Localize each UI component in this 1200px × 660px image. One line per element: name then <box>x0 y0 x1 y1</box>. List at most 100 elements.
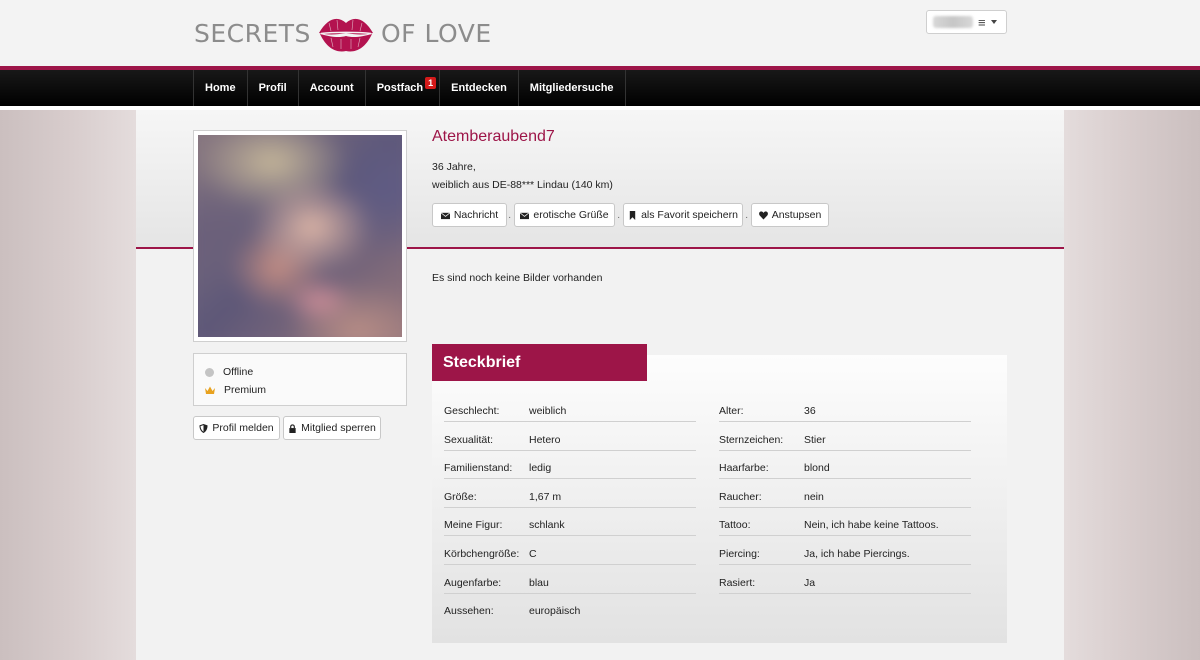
steckbrief-value: 1,67 m <box>529 490 562 503</box>
steckbrief-value: Nein, ich habe keine Tattoos. <box>804 519 939 532</box>
steckbrief-row-divider <box>719 421 971 422</box>
profile-photo-blurred <box>198 135 402 337</box>
steckbrief-row-divider <box>444 592 696 594</box>
nav-item-postfach[interactable]: Postfach 1 <box>364 70 439 106</box>
logo-text-left: SECRETS <box>194 18 311 48</box>
unread-count-badge: 1 <box>425 77 437 89</box>
no-pictures-message: Es sind noch keine Bilder vorhanden <box>432 272 603 284</box>
user-name-blurred <box>933 16 973 28</box>
user-menu-dropdown[interactable]: ≡ <box>926 10 1007 34</box>
steckbrief-label: Familienstand: <box>444 462 513 475</box>
profile-location: weiblich aus DE-88*** Lindau (140 km) <box>432 179 613 191</box>
steckbrief-label: Sexualität: <box>444 433 494 446</box>
steckbrief-value: Ja <box>804 576 816 589</box>
nav-item-entdecken[interactable]: Entdecken <box>439 70 518 106</box>
steckbrief-row-divider <box>719 592 971 594</box>
steckbrief-label: Haarfarbe: <box>719 462 769 475</box>
nav-label: Postfach <box>376 82 424 94</box>
envelope-icon <box>520 212 530 219</box>
steckbrief-value: europäisch <box>529 605 581 618</box>
steckbrief-value: blond <box>804 462 830 475</box>
steckbrief-value: nein <box>804 490 824 503</box>
action-separator: · <box>508 212 512 223</box>
nav-label: Home <box>205 82 236 94</box>
steckbrief-label: Alter: <box>719 405 744 417</box>
nav-item-home[interactable]: Home <box>193 70 247 106</box>
shield-icon <box>199 423 208 433</box>
steckbrief-label: Aussehen: <box>444 605 494 618</box>
steckbrief-row-divider <box>444 564 696 565</box>
membership-label: Premium <box>224 384 267 396</box>
profile-photo <box>198 135 402 337</box>
status-box: Offline Premium <box>193 353 407 406</box>
message-label: Nachricht <box>453 209 499 221</box>
steckbrief-row-divider <box>719 535 971 537</box>
steckbrief-value: C <box>529 548 537 560</box>
online-status-label: Offline <box>223 366 254 378</box>
site-header: SECRETS OF LOVE ≡ <box>0 0 1200 66</box>
erotic-greetings-button[interactable]: erotische Grüße <box>514 203 615 227</box>
profile-username: Atemberaubend7 <box>432 128 555 145</box>
steckbrief-row-divider <box>444 506 696 508</box>
steckbrief-row-divider <box>444 478 696 480</box>
steckbrief-value: Stier <box>804 433 826 446</box>
poke-label: Anstupsen <box>771 209 822 221</box>
nav-item-account[interactable]: Account <box>297 70 365 106</box>
block-member-label: Mitglied sperren <box>301 422 376 434</box>
save-favorite-button[interactable]: als Favorit speichern <box>623 203 743 227</box>
steckbrief-row-divider <box>444 421 696 422</box>
steckbrief-row-divider <box>444 449 696 451</box>
crown-icon <box>205 386 215 394</box>
nav-item-mitgliedersuche[interactable]: Mitgliedersuche <box>517 70 626 106</box>
nav-label: Account <box>309 82 354 94</box>
nav-label: Entdecken <box>451 82 507 94</box>
steckbrief-row-divider <box>719 478 971 480</box>
steckbrief-label: Raucher: <box>719 490 762 503</box>
report-profile-button[interactable]: Profil melden <box>193 416 280 440</box>
save-favorite-label: als Favorit speichern <box>641 209 738 221</box>
steckbrief-label: Piercing: <box>719 548 760 560</box>
steckbrief-label: Größe: <box>444 490 477 503</box>
heart-icon <box>758 210 768 220</box>
steckbrief-row-divider <box>444 535 696 537</box>
offline-dot-icon <box>205 367 214 377</box>
message-button[interactable]: Nachricht <box>432 203 507 227</box>
envelope-icon <box>440 212 450 219</box>
lock-icon <box>289 423 296 433</box>
steckbrief-value: schlank <box>529 519 565 532</box>
steckbrief-label: Geschlecht: <box>444 405 500 417</box>
caret-down-icon <box>990 20 997 24</box>
main-navigation: Home Profil Account Postfach 1 Entdecken… <box>0 70 1200 106</box>
block-member-button[interactable]: Mitglied sperren <box>283 416 381 440</box>
steckbrief-row-divider <box>719 449 971 451</box>
poke-button[interactable]: Anstupsen <box>751 203 829 227</box>
nav-label: Mitgliedersuche <box>529 82 614 94</box>
steckbrief-label: Körbchengröße: <box>444 548 520 560</box>
steckbrief-label: Rasiert: <box>719 576 756 589</box>
report-profile-label: Profil melden <box>212 422 274 434</box>
steckbrief-value: ledig <box>529 462 552 475</box>
lips-logo-icon <box>318 18 373 52</box>
action-separator: · <box>617 212 621 223</box>
profile-photo-frame[interactable] <box>193 130 407 342</box>
nav-item-profil[interactable]: Profil <box>246 70 298 106</box>
site-logo[interactable]: SECRETS OF LOVE <box>194 8 492 58</box>
steckbrief-label: Augenfarbe: <box>444 576 502 589</box>
online-status: Offline <box>205 365 253 379</box>
steckbrief-label: Sternzeichen: <box>719 433 784 446</box>
steckbrief-value: Ja, ich habe Piercings. <box>804 548 910 560</box>
action-separator: · <box>745 212 749 223</box>
steckbrief-row-divider <box>719 506 971 508</box>
steckbrief-value: weiblich <box>529 405 567 417</box>
logo-text-right: OF LOVE <box>380 18 492 48</box>
steckbrief-value: 36 <box>804 405 816 417</box>
steckbrief-label: Tattoo: <box>719 519 751 532</box>
erotic-greetings-label: erotische Grüße <box>533 209 609 221</box>
nav-label: Profil <box>258 82 287 94</box>
steckbrief-title: Steckbrief <box>432 344 647 381</box>
steckbrief-row-divider <box>719 564 971 565</box>
steckbrief-value: Hetero <box>529 433 561 446</box>
steckbrief-label: Meine Figur: <box>444 519 503 532</box>
bookmark-icon <box>629 210 636 220</box>
hamburger-menu-icon: ≡ <box>978 14 986 30</box>
